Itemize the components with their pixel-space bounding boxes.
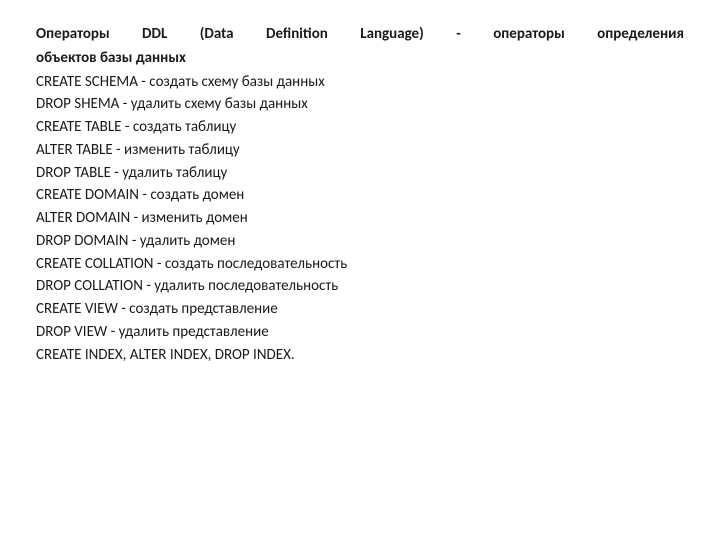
ddl-line: CREATE SCHEMA - создать схему базы данны…: [36, 72, 684, 94]
ddl-line: DROP SHEMA - удалить схему базы данных: [36, 94, 684, 116]
ddl-line: CREATE COLLATION - создать последователь…: [36, 254, 684, 276]
ddl-line: DROP VIEW - удалить представление: [36, 322, 684, 344]
ddl-line: CREATE DOMAIN - создать домен: [36, 185, 684, 207]
ddl-line: CREATE TABLE - создать таблицу: [36, 117, 684, 139]
heading-line1: Операторы DDL (Data Definition Language)…: [36, 24, 684, 46]
ddl-line: ALTER DOMAIN - изменить домен: [36, 208, 684, 230]
ddl-line: CREATE VIEW - создать представление: [36, 299, 684, 321]
ddl-line: DROP TABLE - удалить таблицу: [36, 163, 684, 185]
ddl-line: DROP COLLATION - удалить последовательно…: [36, 276, 684, 298]
heading-line2: объектов базы данных: [36, 48, 684, 70]
ddl-line: ALTER TABLE - изменить таблицу: [36, 140, 684, 162]
ddl-line: DROP DOMAIN - удалить домен: [36, 231, 684, 253]
ddl-line: CREATE INDEX, ALTER INDEX, DROP INDEX.: [36, 345, 684, 367]
